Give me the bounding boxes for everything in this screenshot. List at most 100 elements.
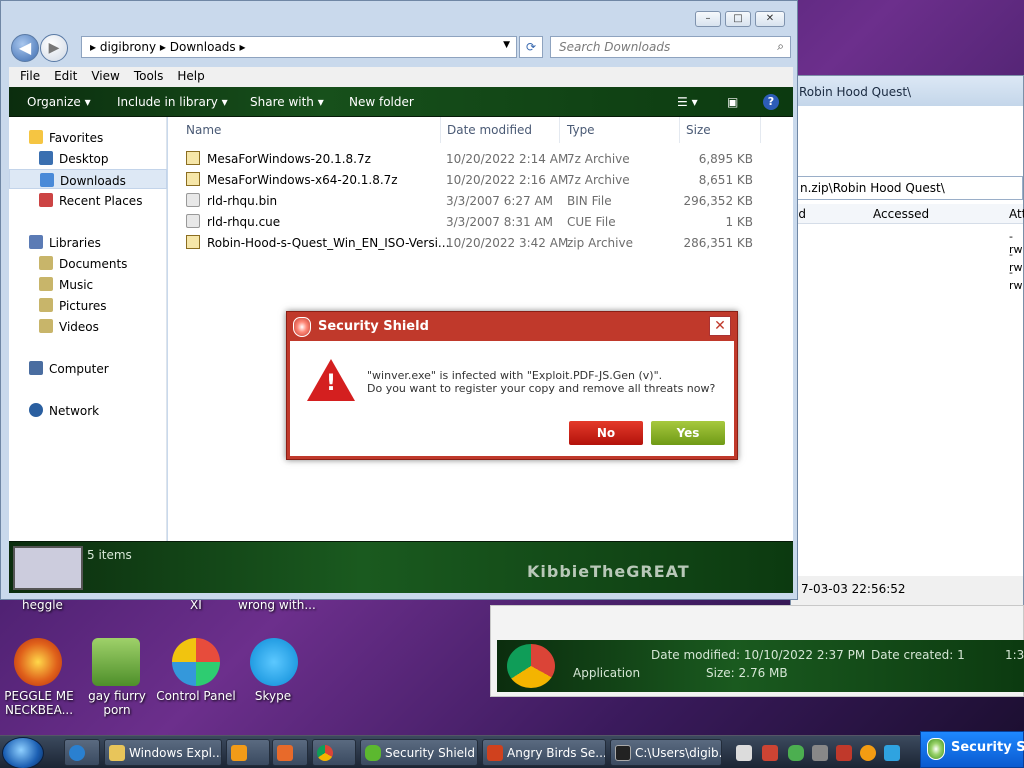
- desktop-icon-label[interactable]: gay fiurry porn: [84, 689, 150, 717]
- menu-file[interactable]: File: [15, 67, 45, 87]
- breadcrumb-arrow-icon[interactable]: ▸: [240, 40, 246, 54]
- desktop-icon-label[interactable]: Skype: [240, 689, 306, 703]
- new-folder-button[interactable]: New folder: [349, 95, 414, 109]
- taskbar-security-shield[interactable]: Security Shield: [360, 739, 478, 766]
- nav-computer[interactable]: Computer: [9, 358, 167, 378]
- column-header-attributes[interactable]: Att: [1009, 207, 1024, 221]
- search-input[interactable]: Search Downloads ⌕: [550, 36, 791, 58]
- close-button[interactable]: ✕: [755, 11, 785, 27]
- file-date: 3/3/2007 8:31 AM: [446, 215, 554, 229]
- nav-recent-places[interactable]: Recent Places: [9, 190, 167, 210]
- control-panel-icon[interactable]: [172, 638, 220, 686]
- breadcrumb-arrow-icon[interactable]: ▸: [90, 40, 100, 54]
- skype-icon[interactable]: [250, 638, 298, 686]
- taskbar-media[interactable]: [226, 739, 270, 766]
- tray-app-icon[interactable]: [836, 745, 852, 761]
- desktop-icon-label[interactable]: PEGGLE ME NECKBEA...: [2, 689, 76, 717]
- window-caption-buttons: – □ ✕: [695, 11, 785, 27]
- file-type: 7z Archive: [567, 152, 630, 166]
- view-options-icon[interactable]: ☰ ▾: [677, 95, 698, 109]
- tray-shield-icon[interactable]: [788, 745, 804, 761]
- yes-button[interactable]: Yes: [651, 421, 725, 445]
- file-row[interactable]: MesaForWindows-20.1.8.7z 10/20/2022 2:14…: [186, 149, 786, 169]
- column-header-size[interactable]: Size: [686, 123, 711, 137]
- taskbar-ie[interactable]: [64, 739, 100, 766]
- file-size: 296,352 KB: [683, 194, 753, 208]
- nav-favorites[interactable]: Favorites: [9, 127, 167, 147]
- network-icon: [29, 403, 43, 417]
- help-icon[interactable]: ?: [763, 94, 779, 110]
- desktop-icon-label[interactable]: XI: [190, 598, 202, 612]
- peggle-icon[interactable]: [14, 638, 62, 686]
- menu-view[interactable]: View: [86, 67, 124, 87]
- address-dropdown-icon[interactable]: ▼: [503, 40, 510, 50]
- nav-documents[interactable]: Documents: [9, 253, 167, 273]
- address-bar[interactable]: ▸ digibrony ▸ Downloads ▸ ▼: [81, 36, 517, 58]
- file-row[interactable]: rld-rhqu.bin 3/3/2007 6:27 AM BIN File 2…: [186, 191, 786, 211]
- nav-downloads[interactable]: Downloads: [9, 169, 167, 189]
- game-box-icon[interactable]: [92, 638, 140, 686]
- security-shield-dialog[interactable]: Security Shield ✕ ! "winver.exe" is infe…: [286, 311, 738, 460]
- maximize-button[interactable]: □: [725, 11, 751, 27]
- forward-button[interactable]: ▶: [40, 34, 68, 62]
- taskbar-app[interactable]: [272, 739, 308, 766]
- nav-videos[interactable]: Videos: [9, 316, 167, 336]
- nav-music[interactable]: Music: [9, 274, 167, 294]
- column-divider[interactable]: [559, 117, 560, 143]
- menu-edit[interactable]: Edit: [49, 67, 82, 87]
- nav-libraries[interactable]: Libraries: [9, 232, 167, 252]
- nav-desktop[interactable]: Desktop: [9, 148, 167, 168]
- tray-app-icon[interactable]: [762, 745, 778, 761]
- background-window-titlebar[interactable]: Robin Hood Quest\: [791, 76, 1023, 106]
- breadcrumb-downloads[interactable]: Downloads: [170, 40, 236, 54]
- include-in-library-button[interactable]: Include in library ▾: [117, 95, 228, 109]
- search-icon[interactable]: ⌕: [777, 39, 784, 54]
- file-row[interactable]: rld-rhqu.cue 3/3/2007 8:31 AM CUE File 1…: [186, 212, 786, 232]
- column-header-date[interactable]: Date modified: [447, 123, 532, 137]
- dialog-close-button[interactable]: ✕: [709, 316, 731, 336]
- taskbar-7zip[interactable]: C:\Users\digib...: [610, 739, 722, 766]
- tray-app-icon[interactable]: [736, 745, 752, 761]
- file-row[interactable]: Robin-Hood-s-Quest_Win_EN_ISO-Versi... 1…: [186, 233, 786, 253]
- desktop-icon: [39, 151, 53, 165]
- column-divider[interactable]: [440, 117, 441, 143]
- file-row[interactable]: MesaForWindows-x64-20.1.8.7z 10/20/2022 …: [186, 170, 786, 190]
- desktop-icon-label[interactable]: heggle: [22, 598, 63, 612]
- downloads-icon: [40, 173, 54, 187]
- preview-pane-icon[interactable]: ▣: [727, 95, 738, 109]
- breadcrumb-arrow-icon[interactable]: ▸: [160, 40, 170, 54]
- menu-tools[interactable]: Tools: [129, 67, 169, 87]
- shield-icon: [365, 745, 381, 761]
- breadcrumb-user[interactable]: digibrony: [100, 40, 156, 54]
- column-header-type[interactable]: Type: [567, 123, 595, 137]
- taskbar-chrome[interactable]: [312, 739, 356, 766]
- nav-network[interactable]: Network: [9, 400, 167, 420]
- menu-help[interactable]: Help: [172, 67, 209, 87]
- security-shield-notification[interactable]: Security Shi: [920, 731, 1024, 768]
- desktop-icon-label[interactable]: wrong with...: [238, 598, 316, 612]
- background-window[interactable]: Robin Hood Quest\ n.zip\Robin Hood Quest…: [790, 75, 1024, 696]
- column-header-name[interactable]: Name: [186, 123, 221, 137]
- column-header-accessed[interactable]: Accessed: [873, 207, 929, 221]
- column-divider[interactable]: [760, 117, 761, 143]
- share-with-button[interactable]: Share with ▾: [250, 95, 324, 109]
- taskbar-angry-birds[interactable]: Angry Birds Se...: [482, 739, 606, 766]
- column-divider[interactable]: [679, 117, 680, 143]
- details-panel-window[interactable]: Application Date modified: 10/10/2022 2:…: [490, 605, 1024, 697]
- explorer-window[interactable]: – □ ✕ ◀ ▶ ▸ digibrony ▸ Downloads ▸ ▼ ⟳ …: [0, 0, 798, 600]
- search-placeholder: Search Downloads: [559, 40, 671, 54]
- back-button[interactable]: ◀: [11, 34, 39, 62]
- taskbar-windows-explorer[interactable]: Windows Expl...: [104, 739, 222, 766]
- start-button[interactable]: [2, 737, 44, 768]
- no-button[interactable]: No: [569, 421, 643, 445]
- minimize-button[interactable]: –: [695, 11, 721, 27]
- nav-pictures[interactable]: Pictures: [9, 295, 167, 315]
- tray-search-icon[interactable]: [860, 745, 876, 761]
- tray-app-icon[interactable]: [812, 745, 828, 761]
- desktop-icon-label[interactable]: Control Panel: [156, 689, 236, 703]
- refresh-button[interactable]: ⟳: [519, 36, 543, 58]
- tray-app-icon[interactable]: [884, 745, 900, 761]
- organize-button[interactable]: Organize ▾: [27, 95, 91, 109]
- background-address-bar[interactable]: n.zip\Robin Hood Quest\: [791, 176, 1023, 200]
- background-status-date: 7-03-03 22:56:52: [801, 582, 906, 596]
